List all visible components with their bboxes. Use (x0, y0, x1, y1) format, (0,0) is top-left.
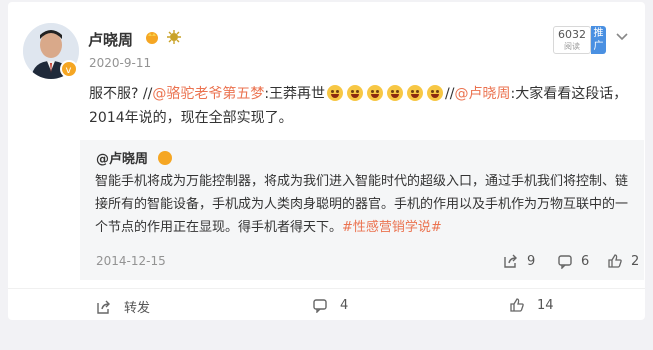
read-count-box: 6032 阅读 (553, 26, 591, 54)
repost-author[interactable]: @卢晓周 (96, 148, 148, 167)
repost-comment-button[interactable]: 6 (557, 253, 589, 269)
laugh-emoji-icon (407, 85, 424, 101)
forward-button[interactable]: 转发 (96, 297, 150, 316)
author-name[interactable]: 卢晓周 (88, 29, 133, 50)
thumbs-up-icon (608, 254, 622, 268)
post-text: 服不服? //@骆驼老爷第五梦:王莽再世//@卢晓周:大家看看这段话，2014年… (89, 82, 634, 130)
chevron-down-icon[interactable] (615, 29, 629, 43)
repost-forward-count: 9 (527, 253, 536, 269)
repost-comment-count: 6 (581, 253, 590, 269)
comment-count: 4 (340, 297, 349, 313)
laugh-cry-emoji-icon (347, 85, 364, 101)
mention-link-self[interactable]: @卢晓周 (454, 86, 510, 102)
weibo-post-card: v 卢晓周 2020-9-11 6032 阅读 推广 服不服? //@骆驼老爷第… (8, 2, 645, 320)
comment-button[interactable]: 4 (312, 297, 348, 313)
comment-icon (313, 299, 327, 313)
svg-text:v: v (66, 65, 72, 76)
repost-text: 智能手机将成为万能控制器，将成为我们进入智能时代的超级入口，通过手机我们将控制、… (95, 170, 630, 239)
laugh-emoji-icon (427, 85, 444, 101)
repost-like-count: 2 (631, 253, 640, 269)
like-count: 14 (537, 297, 554, 313)
repost-like-button[interactable]: 2 (607, 253, 639, 269)
read-label: 阅读 (564, 42, 580, 51)
like-button[interactable]: 14 (509, 297, 554, 313)
laugh-cry-emoji-icon (367, 85, 384, 101)
hashtag-link[interactable]: #性感营销学说# (342, 220, 442, 235)
member-crown-icon[interactable] (144, 29, 160, 45)
repost-date[interactable]: 2014-12-15 (96, 254, 166, 268)
reposted-content: @卢晓周 智能手机将成为万能控制器，将成为我们进入智能时代的超级入口，通过手机我… (80, 140, 644, 280)
share-icon (504, 254, 517, 268)
comment-icon (558, 255, 572, 269)
verified-badge-icon: v (60, 60, 78, 78)
laugh-emoji-icon (387, 85, 404, 101)
fan-badge-icon[interactable] (166, 29, 182, 45)
read-count: 6032 (558, 28, 586, 41)
post-date[interactable]: 2020-9-11 (89, 56, 151, 70)
post-text-mid: :王莽再世 (264, 86, 326, 102)
promote-button[interactable]: 推广 (591, 26, 606, 54)
laugh-cry-emoji-icon (327, 85, 344, 101)
repost-forward-button[interactable]: 9 (503, 253, 535, 269)
share-icon (97, 300, 110, 314)
post-text-start: 服不服? // (89, 86, 153, 102)
post-action-bar: 转发 4 14 (8, 288, 645, 320)
verified-badge-icon (158, 151, 172, 165)
mention-link[interactable]: @骆驼老爷第五梦 (152, 86, 264, 102)
thumbs-up-icon (510, 298, 524, 312)
forward-label: 转发 (124, 301, 151, 316)
